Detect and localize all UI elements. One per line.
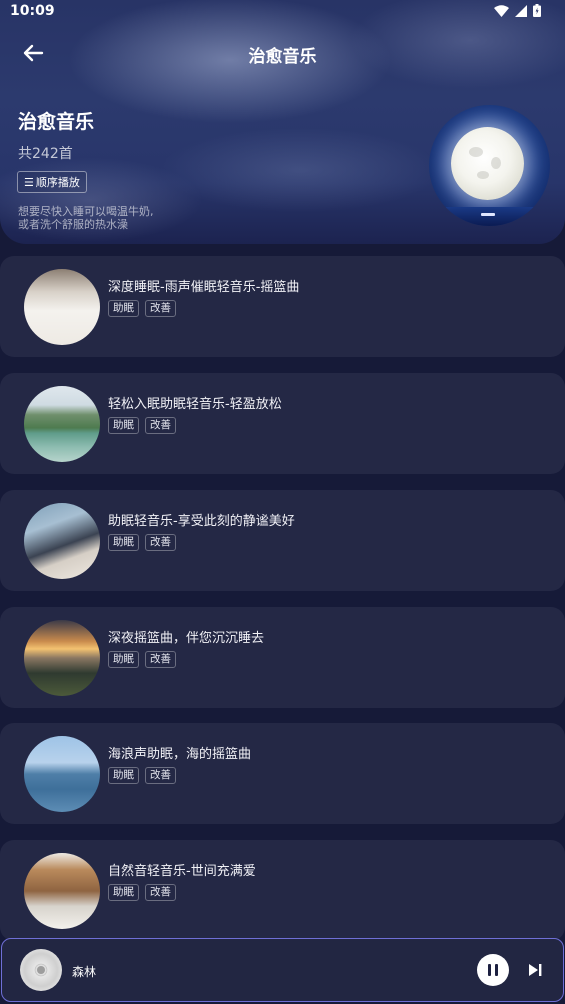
song-title: 助眠轻音乐-享受此刻的静谧美好 xyxy=(108,514,295,529)
status-time: 10:09 xyxy=(10,3,55,19)
song-cover-image xyxy=(24,853,100,929)
song-tag: 改善 xyxy=(145,651,176,668)
song-title: 自然音轻音乐-世间充满爱 xyxy=(108,864,256,879)
song-list-item[interactable]: 轻松入眠助眠轻音乐-轻盈放松 助眠 改善 xyxy=(0,373,565,474)
song-tag: 改善 xyxy=(145,534,176,551)
song-list-item[interactable]: 深夜摇篮曲，伴您沉沉睡去 助眠 改善 xyxy=(0,607,565,708)
song-list-item[interactable]: 深度睡眠-雨声催眠轻音乐-摇篮曲 助眠 改善 xyxy=(0,256,565,357)
song-tag: 改善 xyxy=(145,884,176,901)
pause-icon-bar xyxy=(488,964,491,976)
song-tags: 助眠 改善 xyxy=(108,767,176,784)
album-song-count: 共242首 xyxy=(18,146,73,162)
song-tag: 助眠 xyxy=(108,417,139,434)
song-tag: 助眠 xyxy=(108,300,139,317)
song-tag: 改善 xyxy=(145,767,176,784)
song-list-item[interactable]: 自然音轻音乐-世间充满爱 助眠 改善 xyxy=(0,840,565,941)
song-tag: 改善 xyxy=(145,417,176,434)
album-cover-moon xyxy=(429,105,550,226)
song-list-item[interactable]: 助眠轻音乐-享受此刻的静谧美好 助眠 改善 xyxy=(0,490,565,591)
skip-next-icon xyxy=(529,964,542,976)
moon-image xyxy=(451,127,524,200)
song-cover-image xyxy=(24,620,100,696)
song-cover-image xyxy=(24,386,100,462)
battery-icon xyxy=(533,4,541,17)
disc-hole xyxy=(37,966,45,974)
next-track-button[interactable] xyxy=(526,961,544,979)
song-title: 深度睡眠-雨声催眠轻音乐-摇篮曲 xyxy=(108,280,300,295)
now-playing-title: 森林 xyxy=(72,965,97,979)
mini-player[interactable]: 森林 xyxy=(1,938,564,1002)
wifi-icon xyxy=(494,4,509,17)
album-header: 10:09 治愈音乐 治愈音乐 共242首 ☰ 顺序播放 想要尽快入睡可以喝温牛… xyxy=(0,0,565,244)
song-tags: 助眠 改善 xyxy=(108,651,176,668)
disc-icon xyxy=(20,949,62,991)
song-list-item[interactable]: 海浪声助眠，海的摇篮曲 助眠 改善 xyxy=(0,723,565,824)
song-tags: 助眠 改善 xyxy=(108,300,176,317)
song-title: 轻松入眠助眠轻音乐-轻盈放松 xyxy=(108,397,282,412)
song-tags: 助眠 改善 xyxy=(108,884,176,901)
album-description: 想要尽快入睡可以喝温牛奶, 或者洗个舒服的热水澡 xyxy=(18,205,218,231)
song-tag: 助眠 xyxy=(108,767,139,784)
song-cover-image xyxy=(24,503,100,579)
list-order-icon: ☰ xyxy=(24,175,34,189)
album-title: 治愈音乐 xyxy=(18,111,95,133)
song-cover-image xyxy=(24,736,100,812)
song-cover-image xyxy=(24,269,100,345)
status-icons xyxy=(494,4,541,17)
page-title: 治愈音乐 xyxy=(248,47,317,67)
song-title: 深夜摇篮曲，伴您沉沉睡去 xyxy=(108,631,265,646)
signal-icon xyxy=(515,4,527,17)
status-bar: 10:09 xyxy=(0,0,565,24)
album-description-line: 想要尽快入睡可以喝温牛奶, xyxy=(18,205,154,218)
song-tags: 助眠 改善 xyxy=(108,417,176,434)
song-tag: 助眠 xyxy=(108,651,139,668)
song-title: 海浪声助眠，海的摇篮曲 xyxy=(108,747,252,762)
song-tag: 助眠 xyxy=(108,534,139,551)
play-order-button[interactable]: ☰ 顺序播放 xyxy=(17,171,87,193)
album-description-line: 或者洗个舒服的热水澡 xyxy=(18,218,128,231)
sea-horizon xyxy=(429,207,550,226)
song-tags: 助眠 改善 xyxy=(108,534,176,551)
song-tag: 改善 xyxy=(145,300,176,317)
pause-button[interactable] xyxy=(477,954,509,986)
healing-music-page: 10:09 治愈音乐 治愈音乐 共242首 ☰ 顺序播放 想要尽快入睡可以喝温牛… xyxy=(0,0,565,1004)
play-order-label: 顺序播放 xyxy=(35,176,80,189)
boat-silhouette xyxy=(481,213,495,216)
pause-icon-bar xyxy=(495,964,498,976)
song-tag: 助眠 xyxy=(108,884,139,901)
